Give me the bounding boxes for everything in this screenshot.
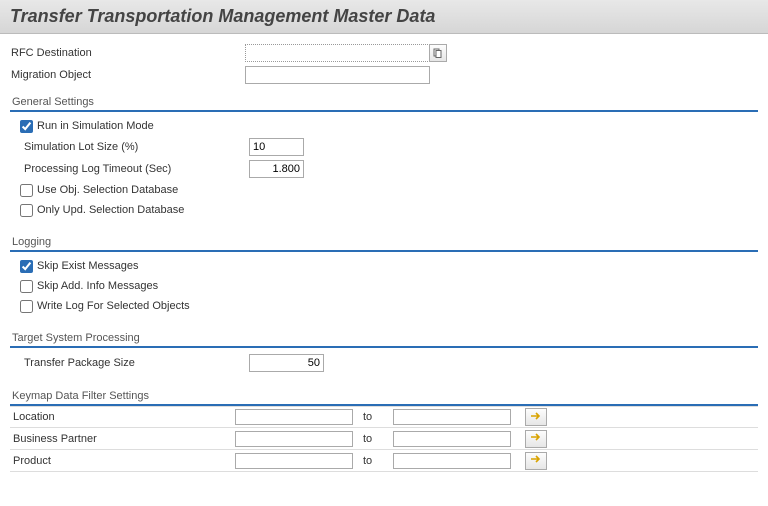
rfc-destination-input[interactable] (245, 44, 430, 62)
filter-to-input[interactable] (393, 453, 511, 469)
run-simulation-checkbox[interactable] (20, 120, 33, 133)
filter-to-label: to (353, 433, 393, 445)
skip-exist-label: Skip Exist Messages (37, 260, 138, 272)
rfc-destination-f4-button[interactable] (429, 44, 447, 62)
filter-to-input[interactable] (393, 409, 511, 425)
lot-size-label: Simulation Lot Size (%) (14, 141, 249, 153)
use-obj-db-label: Use Obj. Selection Database (37, 184, 178, 196)
keymap-filter-group: Keymap Data Filter Settings LocationtoBu… (10, 390, 758, 472)
filter-label: Product (10, 455, 235, 467)
filter-to-label: to (353, 411, 393, 423)
multi-selection-button[interactable] (525, 408, 547, 426)
filter-row: Product to (10, 450, 758, 472)
filter-row: Location to (10, 406, 758, 428)
only-upd-db-label: Only Upd. Selection Database (37, 204, 184, 216)
write-log-checkbox[interactable] (20, 300, 33, 313)
migration-object-input[interactable] (245, 66, 430, 84)
search-help-icon (433, 48, 443, 58)
filter-from-input[interactable] (235, 453, 353, 469)
rfc-destination-label: RFC Destination (10, 47, 245, 59)
general-settings-title: General Settings (10, 96, 758, 110)
filter-from-input[interactable] (235, 409, 353, 425)
run-simulation-label: Run in Simulation Mode (37, 120, 154, 132)
filter-label: Location (10, 411, 235, 423)
arrow-right-icon (530, 411, 542, 424)
filter-from-input[interactable] (235, 431, 353, 447)
skip-add-label: Skip Add. Info Messages (37, 280, 158, 292)
timeout-input[interactable] (249, 160, 304, 178)
keymap-filter-title: Keymap Data Filter Settings (10, 390, 758, 404)
filter-label: Business Partner (10, 433, 235, 445)
top-fields: RFC Destination Migration Object (10, 42, 758, 86)
logging-group: Logging Skip Exist Messages Skip Add. In… (10, 236, 758, 322)
skip-exist-checkbox[interactable] (20, 260, 33, 273)
only-upd-db-checkbox[interactable] (20, 204, 33, 217)
arrow-right-icon (530, 432, 542, 445)
filter-to-label: to (353, 455, 393, 467)
target-system-title: Target System Processing (10, 332, 758, 346)
package-size-input[interactable] (249, 354, 324, 372)
logging-title: Logging (10, 236, 758, 250)
general-settings-group: General Settings Run in Simulation Mode … (10, 96, 758, 226)
multi-selection-button[interactable] (525, 452, 547, 470)
package-size-label: Transfer Package Size (14, 357, 249, 369)
skip-add-checkbox[interactable] (20, 280, 33, 293)
lot-size-input[interactable] (249, 138, 304, 156)
write-log-label: Write Log For Selected Objects (37, 300, 190, 312)
filter-row: Business Partner to (10, 428, 758, 450)
use-obj-db-checkbox[interactable] (20, 184, 33, 197)
target-system-group: Target System Processing Transfer Packag… (10, 332, 758, 380)
arrow-right-icon (530, 454, 542, 467)
multi-selection-button[interactable] (525, 430, 547, 448)
timeout-label: Processing Log Timeout (Sec) (14, 163, 249, 175)
filter-to-input[interactable] (393, 431, 511, 447)
migration-object-label: Migration Object (10, 69, 245, 81)
page-title: Transfer Transportation Management Maste… (10, 6, 435, 26)
